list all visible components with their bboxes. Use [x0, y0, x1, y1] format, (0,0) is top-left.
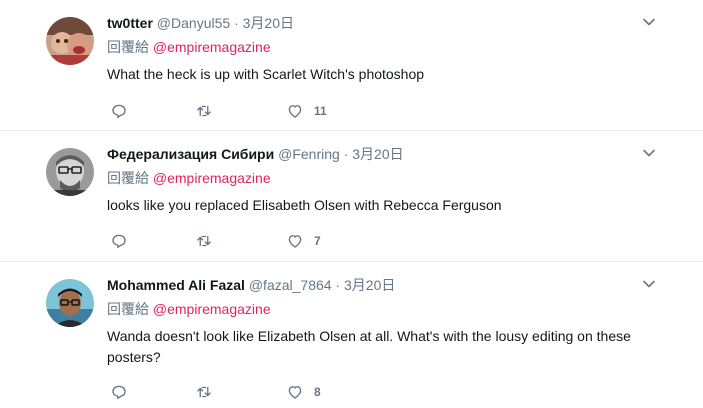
retweet-icon — [197, 386, 211, 398]
tweet-text: What the heck is up with Scarlet Witch's… — [107, 66, 425, 82]
tweet-date[interactable]: 3月20日 — [352, 146, 403, 162]
reply-button[interactable] — [110, 382, 138, 402]
reply-prefix: 回覆給 — [107, 39, 149, 55]
heart-icon — [288, 235, 302, 248]
heart-icon — [288, 105, 302, 118]
chevron-down-icon[interactable] — [641, 145, 657, 161]
tweet-text: looks like you replaced Elisabeth Olsen … — [107, 197, 502, 213]
user-handle[interactable]: @Fenring — [278, 146, 340, 162]
chevron-down-icon[interactable] — [641, 14, 657, 30]
tweet-date[interactable]: 3月20日 — [243, 15, 294, 31]
like-count: 7 — [314, 234, 321, 248]
reply-to-line: 回覆給 @empiremagazine — [107, 300, 271, 318]
reply-to-line: 回覆給 @empiremagazine — [107, 169, 271, 187]
reply-icon — [112, 104, 126, 119]
tweet-header: Федерализация Сибири @Fenring · 3月20日 — [107, 145, 404, 163]
heart-icon — [288, 386, 302, 399]
avatar[interactable] — [46, 279, 94, 327]
display-name[interactable]: Mohammed Ali Fazal — [107, 277, 245, 293]
reply-icon — [112, 234, 126, 249]
like-button[interactable]: 7 — [286, 231, 321, 251]
tweet-3[interactable]: Mohammed Ali Fazal @fazal_7864 · 3月20日 回… — [0, 262, 703, 408]
reply-prefix: 回覆給 — [107, 170, 149, 186]
user-handle[interactable]: @fazal_7864 — [249, 277, 332, 293]
retweet-icon — [197, 105, 211, 117]
tweet-1[interactable]: tw0tter @Danyul55 · 3月20日 回覆給 @empiremag… — [0, 0, 703, 130]
avatar[interactable] — [46, 17, 94, 65]
like-count: 8 — [314, 385, 321, 399]
separator-dot: · — [343, 146, 349, 162]
avatar[interactable] — [46, 148, 94, 196]
tweet-date[interactable]: 3月20日 — [344, 277, 395, 293]
reply-button[interactable] — [110, 231, 138, 251]
retweet-button[interactable] — [195, 101, 223, 121]
like-button[interactable]: 8 — [286, 382, 321, 402]
reply-prefix: 回覆給 — [107, 301, 149, 317]
display-name[interactable]: Федерализация Сибири — [107, 146, 274, 162]
reply-to-line: 回覆給 @empiremagazine — [107, 38, 271, 56]
tweet-text: Wanda doesn't look like Elizabeth Olsen … — [107, 328, 631, 365]
mention-link[interactable]: @empiremagazine — [153, 170, 271, 186]
retweet-icon — [197, 235, 211, 247]
chevron-down-icon[interactable] — [641, 276, 657, 292]
mention-link[interactable]: @empiremagazine — [153, 39, 271, 55]
reply-button[interactable] — [110, 101, 138, 121]
separator-dot: · — [335, 277, 341, 293]
tweet-header: Mohammed Ali Fazal @fazal_7864 · 3月20日 — [107, 276, 395, 294]
separator-dot: · — [234, 15, 239, 31]
tweet-header: tw0tter @Danyul55 · 3月20日 — [107, 14, 294, 32]
mention-link[interactable]: @empiremagazine — [153, 301, 271, 317]
tweet-2[interactable]: Федерализация Сибири @Fenring · 3月20日 回覆… — [0, 131, 703, 261]
user-handle[interactable]: @Danyul55 — [157, 15, 230, 31]
reply-icon — [112, 385, 126, 400]
retweet-button[interactable] — [195, 382, 223, 402]
like-count: 11 — [314, 104, 327, 118]
retweet-button[interactable] — [195, 231, 223, 251]
like-button[interactable]: 11 — [286, 101, 327, 121]
display-name[interactable]: tw0tter — [107, 15, 153, 31]
